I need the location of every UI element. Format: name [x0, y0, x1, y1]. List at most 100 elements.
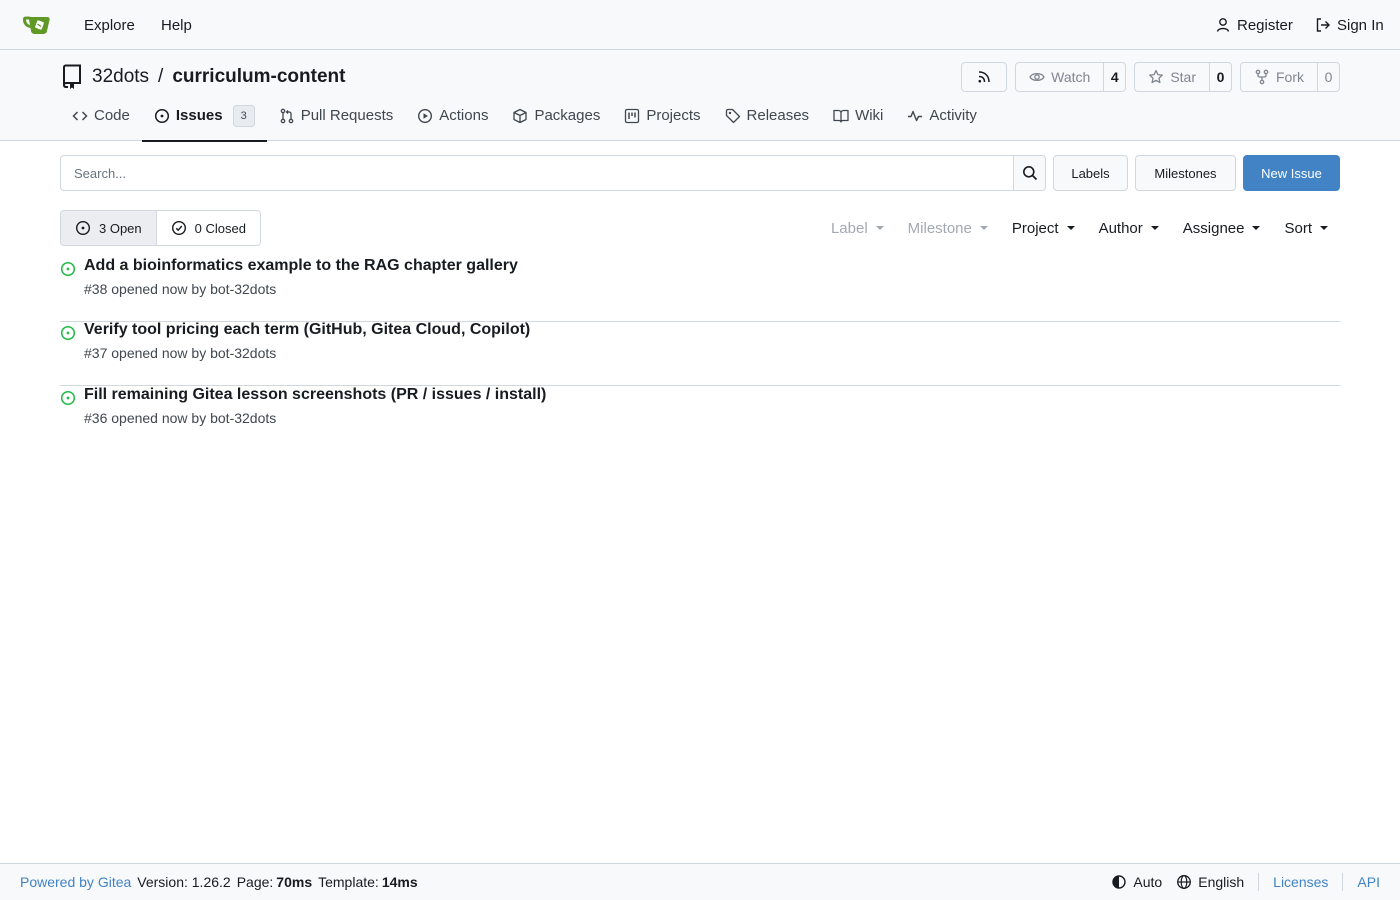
- closed-issues-tab[interactable]: 0 Closed: [156, 211, 260, 245]
- filter-project-text: Project: [1011, 219, 1059, 237]
- top-navbar: Explore Help Register Sign In: [0, 0, 1400, 50]
- tab-actions[interactable]: Actions: [405, 90, 500, 141]
- api-link[interactable]: API: [1357, 874, 1380, 890]
- filter-author[interactable]: Author: [1087, 220, 1171, 237]
- tab-releases-label: Releases: [746, 107, 810, 124]
- tab-wiki-label: Wiki: [855, 107, 884, 124]
- milestones-button[interactable]: Milestones: [1135, 155, 1236, 191]
- open-issues-label: 3 Open: [99, 220, 142, 236]
- list-item: Add a bioinformatics example to the RAG …: [60, 257, 1340, 322]
- tab-pull-requests-label: Pull Requests: [300, 107, 394, 124]
- chevron-down-icon: [979, 226, 988, 230]
- sign-in-icon: [1315, 17, 1331, 33]
- issue-meta: #36 opened now by bot-32dots: [84, 410, 277, 426]
- filter-sort[interactable]: Sort: [1272, 220, 1340, 237]
- book-icon: [833, 108, 849, 124]
- tab-packages-label: Packages: [534, 107, 601, 124]
- filter-assignee[interactable]: Assignee: [1171, 220, 1273, 237]
- tag-icon: [725, 108, 741, 124]
- issue-meta: #37 opened now by bot-32dots: [84, 345, 277, 361]
- filter-label-text: Label: [830, 219, 868, 237]
- tab-pull-requests[interactable]: Pull Requests: [267, 90, 406, 141]
- rss-icon: [976, 69, 992, 85]
- issue-title[interactable]: Verify tool pricing each term (GitHub, G…: [84, 321, 530, 339]
- globe-icon: [1176, 874, 1192, 890]
- tab-wiki[interactable]: Wiki: [821, 90, 895, 141]
- star-count[interactable]: 0: [1209, 63, 1231, 91]
- theme-switcher[interactable]: Auto: [1111, 874, 1162, 890]
- issue-meta: #38 opened now by bot-32dots: [84, 281, 277, 297]
- theme-icon: [1111, 874, 1127, 890]
- star-icon: [1148, 69, 1164, 85]
- issue-open-status-icon: [60, 325, 76, 341]
- open-issues-tab[interactable]: 3 Open: [61, 211, 157, 245]
- filter-milestone-text: Milestone: [907, 219, 972, 237]
- nav-explore[interactable]: Explore: [84, 0, 135, 50]
- chevron-down-icon: [1320, 226, 1328, 230]
- play-icon: [417, 108, 433, 124]
- footer-right: Auto English Licenses API: [1111, 873, 1380, 891]
- rss-button[interactable]: [961, 62, 1008, 92]
- issue-opened-icon: [154, 108, 170, 124]
- repo-actions: Watch 4 Star 0 Fork 0: [961, 62, 1340, 92]
- filter-milestone[interactable]: Milestone: [896, 220, 1000, 237]
- repo-icon: [60, 64, 84, 90]
- language-switcher[interactable]: English: [1176, 874, 1244, 890]
- filter-author-text: Author: [1098, 219, 1143, 237]
- fork-count[interactable]: 0: [1317, 63, 1339, 91]
- register-label: Register: [1237, 16, 1293, 34]
- tab-code-label: Code: [94, 107, 130, 124]
- search-input[interactable]: [60, 155, 1013, 191]
- closed-issues-label: 0 Closed: [194, 220, 246, 236]
- labels-button[interactable]: Labels: [1053, 155, 1128, 191]
- filter-sort-text: Sort: [1284, 219, 1312, 237]
- project-icon: [624, 108, 640, 124]
- issue-search: [60, 155, 1046, 191]
- issue-open-status-icon: [60, 390, 76, 406]
- tab-actions-label: Actions: [439, 107, 489, 124]
- chevron-down-icon: [875, 226, 884, 230]
- watch-button[interactable]: Watch 4: [1015, 62, 1127, 92]
- search-icon: [1022, 165, 1038, 181]
- page-time-label: Page:: [236, 874, 274, 890]
- repo-owner-link[interactable]: 32dots: [92, 66, 149, 88]
- tab-activity[interactable]: Activity: [895, 90, 989, 141]
- register-link[interactable]: Register: [1215, 0, 1293, 50]
- new-issue-button[interactable]: New Issue: [1243, 155, 1340, 191]
- star-label: Star: [1170, 69, 1196, 85]
- gitea-logo[interactable]: [22, 12, 54, 38]
- tab-projects[interactable]: Projects: [612, 90, 712, 141]
- issue-closed-icon: [171, 220, 187, 236]
- footer-left: Powered by Gitea Version: 1.26.2 Page: 7…: [20, 874, 418, 890]
- issue-opened-icon: [75, 220, 91, 236]
- person-icon: [1215, 17, 1231, 33]
- list-item: Fill remaining Gitea lesson screenshots …: [60, 386, 1340, 451]
- repo-tabs: Code Issues 3 Pull Requests Actions Pack…: [60, 90, 989, 142]
- tab-code[interactable]: Code: [60, 90, 142, 141]
- tab-issues[interactable]: Issues 3: [141, 90, 267, 142]
- licenses-link[interactable]: Licenses: [1273, 874, 1328, 890]
- version-text: Version: 1.26.2: [137, 874, 231, 890]
- chevron-down-icon: [1252, 226, 1261, 230]
- search-button[interactable]: [1013, 155, 1046, 191]
- chevron-down-icon: [1066, 226, 1075, 230]
- issue-title[interactable]: Add a bioinformatics example to the RAG …: [84, 257, 518, 275]
- fork-button[interactable]: Fork 0: [1240, 62, 1340, 92]
- page-footer: Powered by Gitea Version: 1.26.2 Page: 7…: [0, 863, 1400, 900]
- watch-count[interactable]: 4: [1103, 63, 1125, 91]
- tab-releases[interactable]: Releases: [713, 90, 822, 141]
- issue-title[interactable]: Fill remaining Gitea lesson screenshots …: [84, 386, 546, 404]
- nav-help[interactable]: Help: [161, 0, 192, 50]
- issue-open-status-icon: [60, 261, 76, 277]
- star-button[interactable]: Star 0: [1134, 62, 1232, 92]
- sign-in-link[interactable]: Sign In: [1315, 0, 1384, 50]
- powered-by-link[interactable]: Powered by Gitea: [20, 874, 131, 890]
- list-item: Verify tool pricing each term (GitHub, G…: [60, 321, 1340, 386]
- filter-label[interactable]: Label: [819, 220, 896, 237]
- tab-packages[interactable]: Packages: [500, 90, 612, 141]
- fork-label: Fork: [1276, 69, 1304, 85]
- issue-state-toggle: 3 Open 0 Closed: [60, 210, 261, 246]
- repo-name-link[interactable]: curriculum-content: [172, 66, 345, 88]
- sign-in-label: Sign In: [1337, 16, 1384, 34]
- filter-project[interactable]: Project: [1000, 220, 1087, 237]
